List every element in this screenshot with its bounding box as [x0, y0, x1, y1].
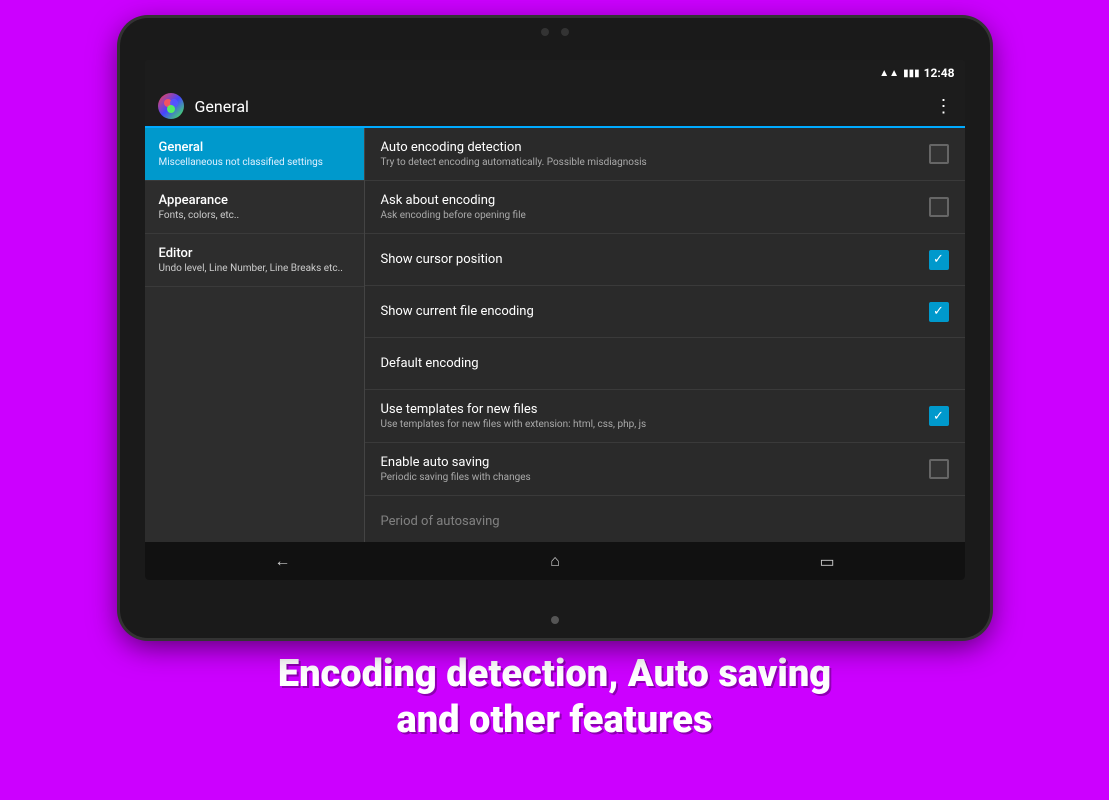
checkmark-templates: ✓ — [933, 410, 944, 423]
checkmark-show-file-encoding: ✓ — [933, 305, 944, 318]
promo-line2: and other features — [278, 698, 831, 744]
checkbox-auto-encoding[interactable] — [929, 144, 949, 164]
promo-line1: Encoding detection, Auto saving — [278, 652, 831, 698]
setting-text-show-file-encoding: Show current file encoding — [381, 304, 929, 319]
content-area: General Miscellaneous not classified set… — [145, 128, 965, 542]
nav-item-title-appearance: Appearance — [159, 193, 350, 208]
page-title: General — [195, 97, 935, 116]
setting-text-show-cursor: Show cursor position — [381, 252, 929, 267]
setting-subtitle-ask-encoding: Ask encoding before opening file — [381, 210, 929, 221]
setting-subtitle-auto-encoding: Try to detect encoding automatically. Po… — [381, 157, 929, 168]
app-logo — [157, 92, 185, 120]
camera-dot-left — [541, 28, 549, 36]
status-bar: ▲▲ ▮▮▮ 12:48 — [145, 60, 965, 86]
nav-item-general[interactable]: General Miscellaneous not classified set… — [145, 128, 364, 181]
nav-item-title-editor: Editor — [159, 246, 350, 261]
status-time: 12:48 — [924, 66, 955, 80]
nav-item-subtitle-appearance: Fonts, colors, etc.. — [159, 210, 350, 221]
tablet-screen: ▲▲ ▮▮▮ 12:48 General ⋮ — [145, 60, 965, 580]
recent-button[interactable]: ▭ — [820, 552, 835, 571]
setting-text-auto-encoding: Auto encoding detection Try to detect en… — [381, 140, 929, 168]
promo-text-block: Encoding detection, Auto saving and othe… — [278, 652, 831, 743]
wifi-icon: ▲▲ — [879, 68, 899, 79]
setting-text-period-autosaving: Period of autosaving — [381, 514, 949, 529]
setting-title-auto-encoding: Auto encoding detection — [381, 140, 929, 155]
setting-row-ask-encoding[interactable]: Ask about encoding Ask encoding before o… — [365, 181, 965, 234]
bottom-nav: ← ⌂ ▭ — [145, 542, 965, 580]
setting-row-default-encoding[interactable]: Default encoding — [365, 338, 965, 390]
setting-row-auto-encoding[interactable]: Auto encoding detection Try to detect en… — [365, 128, 965, 181]
settings-panel: Auto encoding detection Try to detect en… — [365, 128, 965, 542]
nav-item-title-general: General — [159, 140, 350, 155]
setting-title-period-autosaving: Period of autosaving — [381, 514, 949, 529]
checkmark-show-cursor: ✓ — [933, 253, 944, 266]
camera-area — [541, 28, 569, 36]
setting-title-ask-encoding: Ask about encoding — [381, 193, 929, 208]
setting-title-default-encoding: Default encoding — [381, 356, 949, 371]
battery-icon: ▮▮▮ — [903, 68, 920, 79]
setting-title-show-cursor: Show cursor position — [381, 252, 929, 267]
nav-item-appearance[interactable]: Appearance Fonts, colors, etc.. — [145, 181, 364, 234]
setting-row-show-cursor[interactable]: Show cursor position ✓ — [365, 234, 965, 286]
setting-subtitle-templates: Use templates for new files with extensi… — [381, 419, 929, 430]
setting-title-show-file-encoding: Show current file encoding — [381, 304, 929, 319]
setting-title-auto-saving: Enable auto saving — [381, 455, 929, 470]
checkbox-templates[interactable]: ✓ — [929, 406, 949, 426]
setting-text-ask-encoding: Ask about encoding Ask encoding before o… — [381, 193, 929, 221]
tablet-shell: ▲▲ ▮▮▮ 12:48 General ⋮ — [120, 18, 990, 638]
status-icons: ▲▲ ▮▮▮ 12:48 — [879, 66, 954, 80]
setting-title-templates: Use templates for new files — [381, 402, 929, 417]
home-dot — [551, 616, 559, 624]
back-button[interactable]: ← — [274, 551, 290, 571]
setting-text-default-encoding: Default encoding — [381, 356, 949, 371]
checkbox-show-file-encoding[interactable]: ✓ — [929, 302, 949, 322]
setting-text-templates: Use templates for new files Use template… — [381, 402, 929, 430]
left-nav: General Miscellaneous not classified set… — [145, 128, 365, 542]
setting-text-auto-saving: Enable auto saving Periodic saving files… — [381, 455, 929, 483]
logo-circle — [158, 93, 184, 119]
setting-row-auto-saving[interactable]: Enable auto saving Periodic saving files… — [365, 443, 965, 496]
setting-row-show-file-encoding[interactable]: Show current file encoding ✓ — [365, 286, 965, 338]
home-button[interactable]: ⌂ — [550, 551, 560, 571]
setting-row-period-autosaving: Period of autosaving — [365, 496, 965, 542]
nav-item-editor[interactable]: Editor Undo level, Line Number, Line Bre… — [145, 234, 364, 287]
camera-dot-right — [561, 28, 569, 36]
setting-subtitle-auto-saving: Periodic saving files with changes — [381, 472, 929, 483]
title-bar: General ⋮ — [145, 86, 965, 128]
more-icon[interactable]: ⋮ — [935, 96, 953, 117]
checkbox-auto-saving[interactable] — [929, 459, 949, 479]
nav-item-subtitle-editor: Undo level, Line Number, Line Breaks etc… — [159, 263, 350, 274]
nav-item-subtitle-general: Miscellaneous not classified settings — [159, 157, 350, 168]
setting-row-templates[interactable]: Use templates for new files Use template… — [365, 390, 965, 443]
checkbox-show-cursor[interactable]: ✓ — [929, 250, 949, 270]
checkbox-ask-encoding[interactable] — [929, 197, 949, 217]
